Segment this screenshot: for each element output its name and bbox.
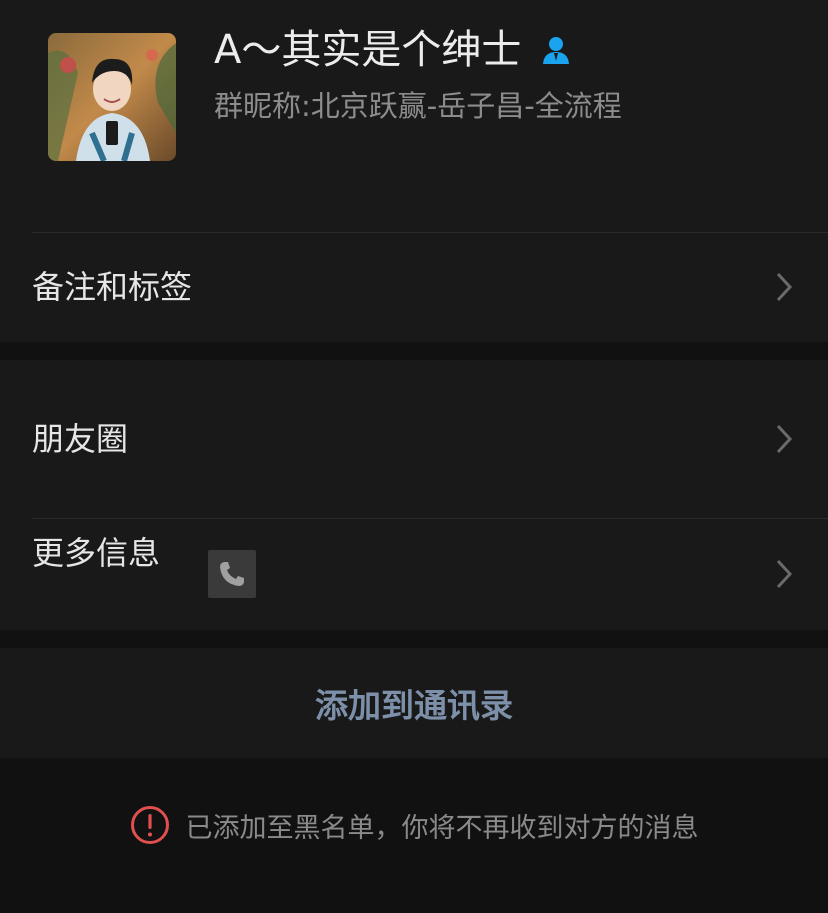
chevron-right-icon (776, 424, 793, 454)
divider (32, 232, 828, 233)
contact-profile-screen: A～其实是个绅士 群昵称:北京跃赢-岳子昌-全流程 备注和标签 朋友圈 更多信息… (0, 0, 828, 913)
avatar-image (48, 33, 176, 161)
add-to-contacts-button[interactable]: 添加到通讯录 (0, 648, 828, 758)
moments-row[interactable]: 朋友圈 (0, 360, 828, 518)
remark-and-tags-row[interactable]: 备注和标签 (0, 232, 828, 342)
blacklist-notice-text: 已添加至黑名单，你将不再收到对方的消息 (185, 812, 699, 844)
profile-header: A～其实是个绅士 群昵称:北京跃赢-岳子昌-全流程 (0, 0, 828, 232)
chevron-right-icon (776, 272, 793, 302)
name-row: A～其实是个绅士 (214, 24, 573, 76)
male-user-icon (539, 33, 573, 67)
chevron-right-icon (776, 559, 793, 589)
more-info-label: 更多信息 (32, 534, 161, 572)
remark-and-tags-label: 备注和标签 (32, 268, 193, 306)
group-nickname-value: 北京跃赢-岳子昌-全流程 (310, 89, 622, 123)
add-to-contacts-row: 添加到通讯录 (0, 648, 828, 758)
moments-label: 朋友圈 (32, 420, 129, 458)
blacklist-notice: 已添加至黑名单，你将不再收到对方的消息 (0, 800, 828, 850)
phone-icon (208, 550, 256, 598)
group-nickname-label: 群昵称: (214, 89, 311, 123)
exclamation-circle-icon (130, 806, 169, 844)
avatar[interactable] (48, 33, 176, 161)
divider (32, 518, 828, 519)
group-nickname: 群昵称:北京跃赢-岳子昌-全流程 (214, 86, 622, 126)
more-info-row[interactable]: 更多信息 (0, 518, 828, 630)
contact-name: A～其实是个绅士 (214, 27, 522, 73)
